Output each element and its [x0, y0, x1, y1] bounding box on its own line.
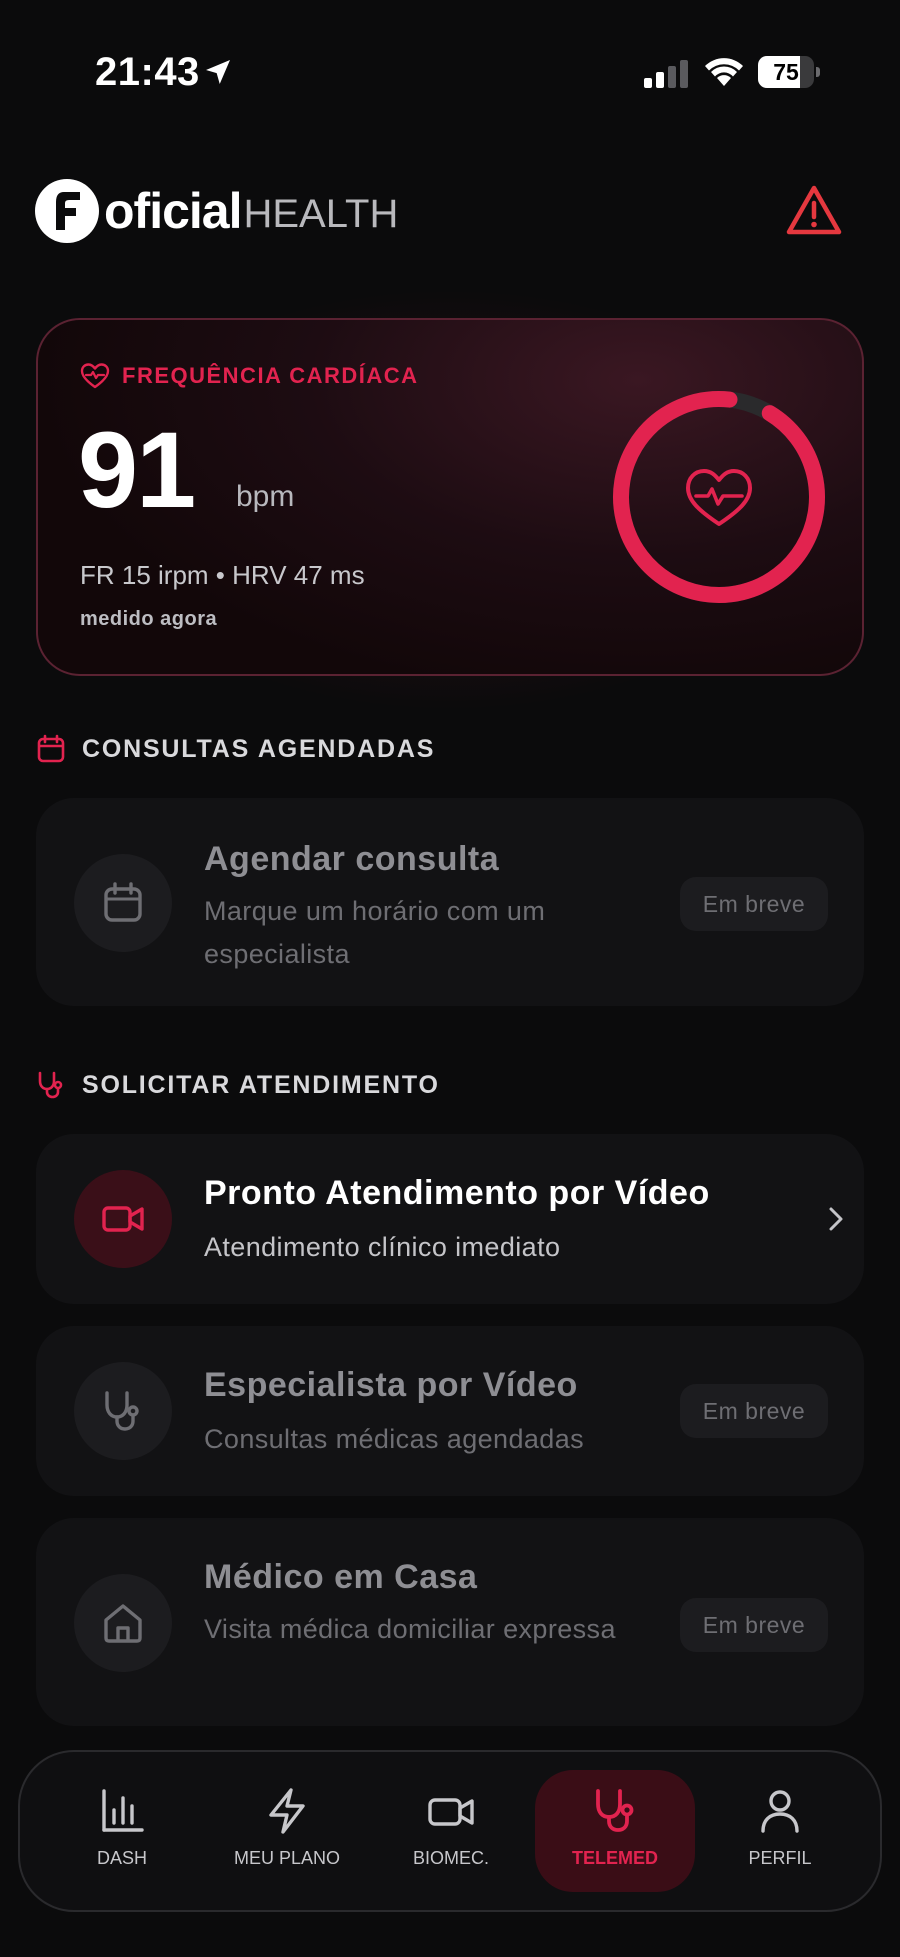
app-logo: oficial HEALTH: [34, 176, 398, 246]
nav-label-biomec: BIOMEC.: [412, 1848, 489, 1868]
section-consultas-title: CONSULTAS AGENDADAS: [82, 734, 436, 763]
calendar-icon: [37, 734, 65, 763]
nav-label-telemed: TELEMED: [571, 1848, 658, 1868]
agendar-title: Agendar consulta: [204, 840, 500, 878]
heart-rate-label-row: FREQUÊNCIA CARDÍACA: [80, 362, 419, 390]
calendar-icon: [104, 882, 142, 922]
especialista-desc: Consultas médicas agendadas: [204, 1424, 585, 1454]
nav-label-perfil: PERFIL: [748, 1848, 812, 1868]
location-arrow-icon: [206, 60, 230, 84]
medico-casa-title: Médico em Casa: [204, 1558, 478, 1596]
battery-indicator: 75: [758, 56, 820, 88]
user-icon: [761, 1790, 799, 1833]
nav-item-dash[interactable]: DASH: [42, 1770, 202, 1892]
lightning-icon: [269, 1788, 305, 1834]
especialista-card[interactable]: Especialista por Vídeo Consultas médicas…: [36, 1326, 864, 1496]
section-consultas-header: CONSULTAS AGENDADAS: [36, 734, 435, 764]
medico-casa-badge: Em breve: [680, 1598, 828, 1652]
especialista-badge: Em breve: [680, 1384, 828, 1438]
especialista-icon-wrap: [74, 1362, 172, 1460]
battery-percent: 75: [773, 59, 799, 85]
especialista-title: Especialista por Vídeo: [204, 1366, 578, 1404]
agendar-badge: Em breve: [680, 877, 828, 931]
agendar-icon-wrap: [74, 854, 172, 952]
section-atendimento-title: SOLICITAR ATENDIMENTO: [82, 1070, 440, 1099]
heart-monitor-icon: [686, 469, 752, 526]
chevron-right-icon: [829, 1207, 843, 1231]
agendar-consulta-card[interactable]: Agendar consulta Marque um horário com u…: [36, 798, 864, 1006]
pronto-title: Pronto Atendimento por Vídeo: [204, 1174, 710, 1212]
status-bar: 21:43 75: [0, 0, 900, 140]
nav-item-meu-plano[interactable]: MEU PLANO: [207, 1770, 367, 1892]
video-camera-icon: [428, 1798, 474, 1826]
nav-label-meu-plano: MEU PLANO: [233, 1848, 341, 1868]
logo-text-health: HEALTH: [243, 191, 399, 236]
agendar-desc: Marque um horário com um especialista: [204, 896, 546, 969]
stethoscope-icon: [38, 1071, 63, 1099]
section-atendimento-header: SOLICITAR ATENDIMENTO: [36, 1070, 440, 1100]
medico-casa-icon-wrap: [74, 1574, 172, 1672]
logo-text-oficial: oficial: [104, 183, 242, 239]
cellular-signal-icon: [644, 60, 688, 88]
nav-label-dash: DASH: [96, 1848, 147, 1868]
stethoscope-icon: [596, 1789, 634, 1832]
heart-rate-value: 91: [78, 409, 196, 530]
video-camera-icon: [102, 1206, 144, 1232]
heart-rate-unit: bpm: [236, 480, 295, 513]
bottom-nav: DASH MEU PLANO BIOMEC. TELEMED PERFIL: [18, 1750, 882, 1912]
heart-rate-ring: [613, 390, 825, 603]
wifi-icon: [705, 58, 743, 86]
vitals-summary: FR 15 irpm • HRV 47 ms: [80, 560, 365, 590]
home-icon: [104, 1604, 142, 1643]
bar-chart-icon: [102, 1789, 144, 1832]
pronto-atendimento-card[interactable]: Pronto Atendimento por Vídeo Atendimento…: [36, 1134, 864, 1304]
nav-item-biomec[interactable]: BIOMEC.: [371, 1770, 531, 1892]
heart-pulse-icon: [80, 363, 110, 389]
heart-rate-card[interactable]: FREQUÊNCIA CARDÍACA 91 bpm FR 15 irpm • …: [36, 318, 864, 676]
status-time: 21:43: [95, 50, 200, 94]
medico-em-casa-card[interactable]: Médico em Casa Visita médica domiciliar …: [36, 1518, 864, 1726]
nav-item-telemed[interactable]: TELEMED: [535, 1770, 695, 1892]
pronto-icon-wrap: [74, 1170, 172, 1268]
heart-rate-ring-progress: [613, 390, 825, 603]
logo-mark-icon: [35, 179, 99, 243]
measured-time: medido agora: [80, 608, 218, 630]
heart-rate-label: FREQUÊNCIA CARDÍACA: [122, 363, 419, 388]
medico-casa-desc: Visita médica domiciliar expressa: [204, 1614, 616, 1644]
alert-triangle-icon[interactable]: [786, 184, 842, 236]
nav-item-perfil[interactable]: PERFIL: [700, 1770, 860, 1892]
pronto-desc: Atendimento clínico imediato: [204, 1232, 561, 1262]
stethoscope-icon: [105, 1391, 139, 1431]
